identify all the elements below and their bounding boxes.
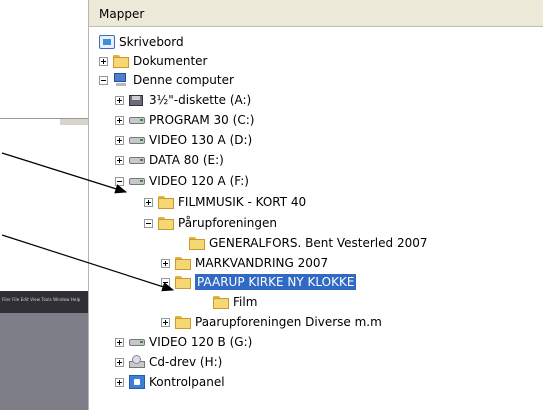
- annotation-arrows: [1, 152, 175, 292]
- arrow-to-drive-f: [1, 152, 128, 194]
- arrow-to-selected-folder: [1, 234, 175, 292]
